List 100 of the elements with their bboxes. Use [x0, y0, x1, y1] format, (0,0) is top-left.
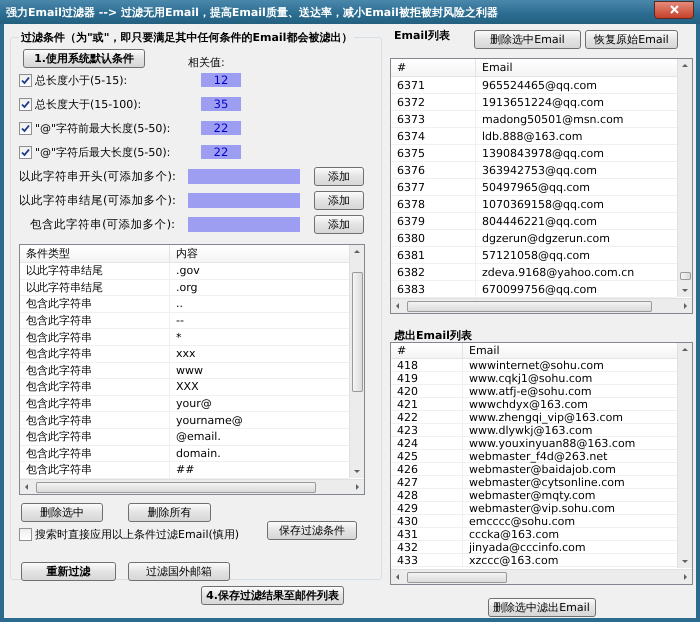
table-cell: 6375 — [391, 145, 476, 161]
table-cell: 6379 — [391, 213, 476, 229]
value-field[interactable]: 22 — [201, 121, 241, 135]
table-cell-text: jinyada@cccinfo.com — [468, 540, 587, 554]
table-cell: 428 — [391, 489, 463, 501]
table-cell-text: 1390843978@qq.com — [481, 146, 605, 160]
checkbox[interactable] — [19, 528, 32, 541]
checkbox[interactable] — [19, 122, 32, 134]
table-cell: 以此字符串结尾 — [20, 263, 170, 279]
table-cell-text: xxx — [175, 347, 197, 360]
table-cell-text: madong50501@msn.com — [481, 112, 625, 126]
close-icon — [670, 5, 678, 14]
table-cell-text: your@ — [175, 397, 213, 410]
vertical-scrollbar[interactable] — [677, 59, 692, 297]
table-cell-text: yourname@ — [175, 414, 244, 427]
panel-title: 过滤条件（为"或"，即只要满足其中任何条件的Email都会被滤出） — [20, 30, 354, 45]
vertical-scrollbar[interactable] — [677, 343, 692, 568]
input-field[interactable] — [188, 192, 300, 208]
table-cell: 427 — [391, 476, 463, 488]
horizontal-scrollbar[interactable] — [391, 298, 692, 313]
table-cell-text: .. — [175, 297, 184, 310]
table-cell: 422 — [391, 411, 463, 423]
table-cell: 424 — [391, 437, 463, 449]
table-cell-text: ## — [175, 463, 196, 476]
field-label: 包含此字符串(可添加多个): — [29, 216, 175, 232]
add-button[interactable]: 添加 — [314, 214, 364, 234]
table-cell: 425 — [391, 450, 463, 462]
delete-selected-button[interactable]: 删除选中Email — [474, 30, 581, 49]
window-title: 强力Email过滤器 --> 过滤无用Email，提高Email质量、送达率，减小Email被拒被封风险之利器 — [6, 4, 498, 20]
table-cell: 418 — [391, 359, 463, 371]
table-cell: 420 — [391, 385, 463, 397]
table-cell-text: zdeva.9168@yahoo.com.cn — [481, 266, 636, 278]
column-header[interactable]: Email — [463, 343, 677, 358]
column-header[interactable]: # — [391, 59, 476, 76]
add-button[interactable]: 添加 — [314, 190, 364, 210]
delete-all-button[interactable]: 删除所有 — [128, 503, 211, 522]
column-header[interactable]: # — [391, 343, 463, 358]
close-button[interactable] — [654, 0, 694, 18]
list-title: Email列表 — [394, 28, 450, 43]
vertical-scrollbar[interactable] — [349, 245, 364, 478]
value-field[interactable]: 35 — [201, 97, 241, 111]
table-cell-text: 965524465@qq.com — [481, 78, 598, 92]
table-cell: 包含此字符串 — [20, 329, 170, 345]
table-cell-text: wwwchdyx@163.com — [468, 398, 589, 410]
table-cell: 包含此字符串 — [20, 362, 170, 378]
table-cell: 419 — [391, 372, 463, 384]
column-header[interactable]: Email — [476, 59, 677, 76]
table-cell-text: emcccc@sohu.com — [468, 514, 576, 528]
horizontal-scrollbar[interactable] — [391, 569, 692, 584]
table-cell-text: 50497965@qq.com — [481, 180, 591, 194]
column-header[interactable]: 条件类型 — [20, 245, 170, 262]
table-cell-text: 670099756@qq.com — [481, 282, 598, 296]
filter-foreign-button[interactable]: 过滤国外邮箱 — [128, 562, 230, 581]
value-field[interactable]: 12 — [201, 73, 241, 87]
table-cell-text: webmaster@mqty.com — [468, 488, 596, 502]
table-cell: 包含此字符串 — [20, 462, 170, 478]
table-cell-text: * — [175, 330, 182, 344]
value-field[interactable]: 22 — [201, 145, 241, 159]
add-button[interactable]: 添加 — [314, 166, 364, 186]
table-cell: 421 — [391, 398, 463, 410]
table-cell-text: www.atfj-e@sohu.com — [468, 384, 593, 398]
checkbox-label: 总长度小于(5-15): — [35, 72, 128, 88]
table-cell-text: www.dlywkj@163.com — [468, 424, 592, 436]
table-cell-text: webmaster_f4d@263.net — [468, 450, 608, 462]
table-cell-text: 1913651224@qq.com — [481, 96, 605, 108]
checkbox-label: 总长度大于(15-100): — [35, 96, 142, 112]
field-label: 以此字符串开头(可添加多个): — [19, 168, 175, 184]
horizontal-scrollbar[interactable] — [20, 479, 364, 494]
table-cell-text: 57121058@qq.com — [481, 248, 591, 262]
restore-button[interactable]: 恢复原始Email — [584, 30, 678, 49]
table-cell: 6382 — [391, 264, 476, 280]
table-cell-text: 363942753@qq.com — [481, 164, 598, 176]
table-cell: 6374 — [391, 128, 476, 144]
table-cell: 包含此字符串 — [20, 412, 170, 428]
input-field[interactable] — [188, 168, 300, 184]
table-cell-text: @email. — [175, 430, 222, 444]
save-results-button[interactable]: 4.保存过滤结果至邮件列表 — [201, 586, 344, 605]
table-cell: 6383 — [391, 281, 476, 297]
default-conditions-button[interactable]: 1.使用系统默认条件 — [23, 48, 145, 68]
table-cell: 包含此字符串 — [20, 312, 170, 328]
save-conditions-button[interactable]: 保存过滤条件 — [267, 521, 357, 540]
table-cell-text: dgzerun@dgzerun.com — [481, 232, 611, 244]
table-cell: 6377 — [391, 179, 476, 195]
table-cell: 6371 — [391, 77, 476, 93]
checkbox[interactable] — [19, 98, 32, 110]
table-cell: 包含此字符串 — [20, 396, 170, 412]
checkbox[interactable] — [19, 146, 32, 158]
checkbox[interactable] — [19, 74, 32, 86]
table-cell-text: 1070369158@qq.com — [481, 198, 605, 210]
table-cell: 6372 — [391, 94, 476, 110]
input-field[interactable] — [188, 216, 300, 232]
table-cell: 以此字符串结尾 — [20, 280, 170, 296]
table-cell: 包含此字符串 — [20, 446, 170, 462]
delete-selected-button[interactable]: 删除选中滤出Email — [488, 598, 596, 617]
table-cell-text: .org — [175, 280, 199, 294]
table-cell: 429 — [391, 502, 463, 514]
refilter-button[interactable]: 重新过滤 — [21, 562, 116, 581]
delete-selected-button[interactable]: 删除选中 — [21, 503, 103, 522]
table-cell: 包含此字符串 — [20, 346, 170, 362]
column-header[interactable]: 内容 — [170, 245, 349, 262]
